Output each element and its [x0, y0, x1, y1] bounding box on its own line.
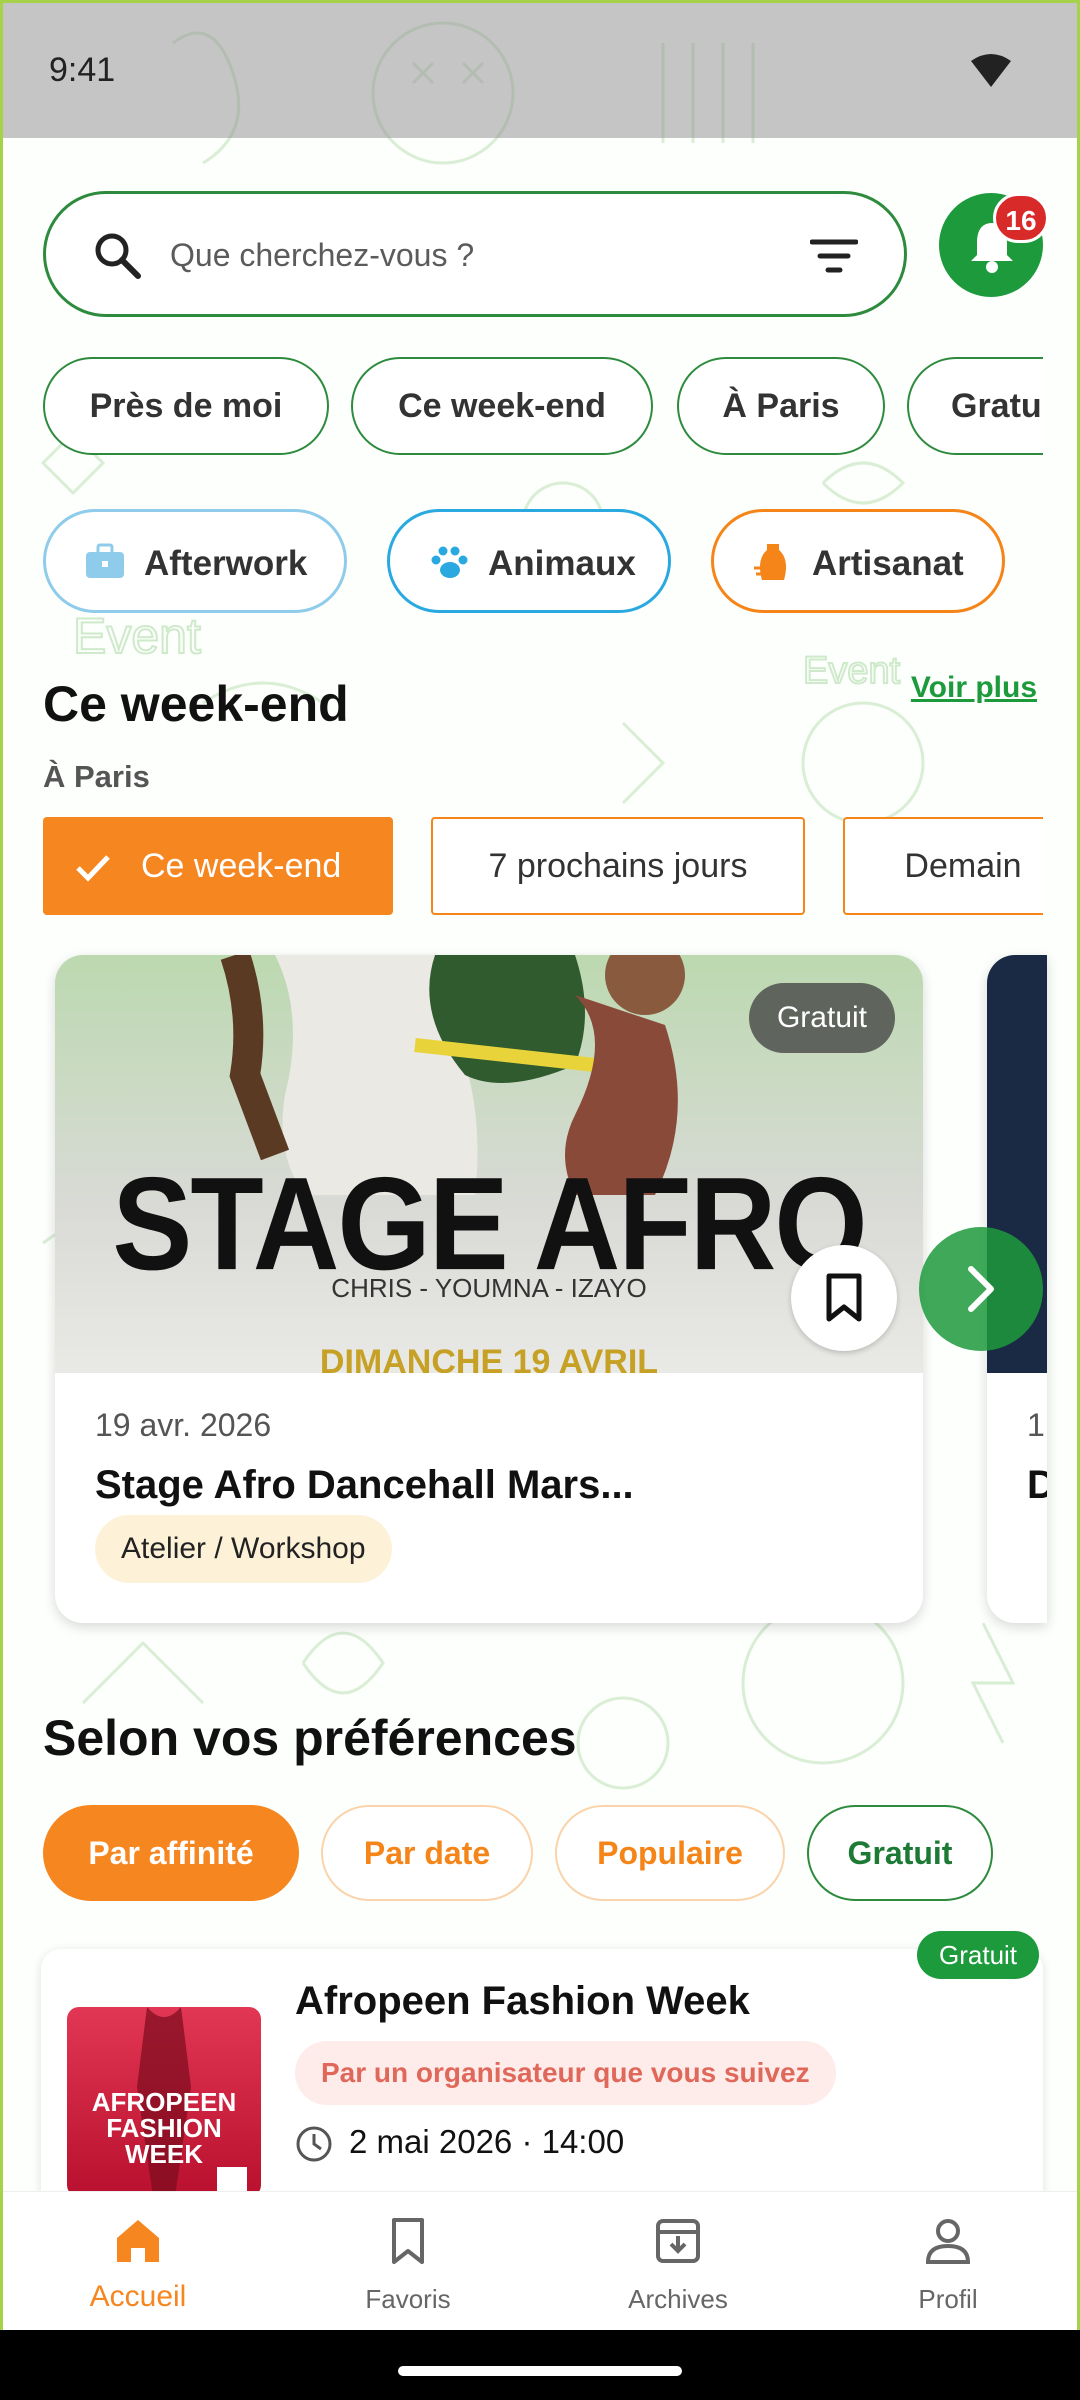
carousel-next-button[interactable] — [919, 1227, 1043, 1351]
chip-free[interactable]: Gratuit — [907, 357, 1043, 455]
system-navigation-bar — [0, 2330, 1080, 2400]
status-bar: 9:41 — [3, 3, 1077, 138]
nav-favorites[interactable]: Favoris — [273, 2192, 543, 2330]
nav-profile[interactable]: Profil — [813, 2192, 1077, 2330]
time-filter-tomorrow[interactable]: Demain — [843, 817, 1043, 915]
briefcase-icon — [86, 543, 124, 578]
event-poster-image: STAGE AFRO CHRIS - YOUMNA - IZAYO DIMANC… — [55, 955, 923, 1373]
section-location: À Paris — [43, 759, 150, 794]
nav-archives[interactable]: Archives — [543, 2192, 813, 2330]
bottom-navigation: Accueil Favoris Archives Profil — [3, 2191, 1077, 2330]
event-date: 19 avr. 2026 — [95, 1407, 272, 1443]
bookmark-icon — [392, 2218, 424, 2264]
free-badge: Gratuit — [917, 1931, 1040, 1979]
event-thumbnail: AFROPEEN FASHION WEEK — [67, 2007, 261, 2197]
status-time: 9:41 — [49, 51, 116, 89]
wifi-icon — [971, 54, 1011, 87]
home-icon — [117, 2220, 159, 2262]
time-filter-7-days[interactable]: 7 prochains jours — [431, 817, 805, 915]
chip-near-me[interactable]: Près de moi — [43, 357, 329, 455]
bookmark-icon — [826, 1273, 862, 1322]
event-list-item[interactable]: AFROPEEN FASHION WEEK Afropeen Fashion W… — [41, 1949, 1043, 2199]
svg-text:Event: Event — [73, 608, 201, 664]
nav-label: Archives — [628, 2284, 728, 2314]
section-title-preferences: Selon vos préférences — [43, 1710, 577, 1766]
next-event-title: D — [1027, 1463, 1047, 1508]
chevron-right-icon — [968, 1266, 994, 1312]
sort-free[interactable]: Gratuit — [807, 1805, 993, 1901]
paw-icon — [431, 546, 468, 578]
category-label: Artisanat — [812, 544, 964, 583]
category-afterwork[interactable]: Afterwork — [43, 509, 347, 613]
nav-label: Accueil — [89, 2280, 187, 2313]
poster-date: DIMANCHE 19 AVRIL — [319, 1343, 659, 1373]
app-screen: Event Event 9:41 16 Près de moi Ce week-… — [0, 0, 1080, 2330]
nav-label: Favoris — [365, 2284, 451, 2314]
list-event-title: Afropeen Fashion Week — [295, 1979, 750, 2023]
category-label: Animaux — [488, 544, 636, 583]
search-input[interactable] — [170, 230, 730, 280]
event-card[interactable]: STAGE AFRO CHRIS - YOUMNA - IZAYO DIMANC… — [55, 955, 923, 1623]
sort-date[interactable]: Par date — [321, 1805, 533, 1901]
time-filter-label: Ce week-end — [141, 847, 342, 885]
check-icon — [76, 855, 110, 882]
section-title-weekend: Ce week-end — [43, 676, 349, 732]
svg-text:Event: Event — [803, 650, 901, 692]
event-category-tag: Atelier / Workshop — [95, 1515, 392, 1583]
home-indicator[interactable] — [398, 2366, 682, 2376]
thumbnail-title: AFROPEEN FASHION WEEK — [91, 2087, 237, 2169]
next-event-date: 1 — [1027, 1407, 1045, 1443]
nav-home[interactable]: Accueil — [3, 2192, 273, 2330]
search-bar[interactable] — [43, 191, 907, 317]
vase-icon — [754, 544, 787, 580]
see-more-link[interactable]: Voir plus — [911, 671, 1037, 705]
event-title: Stage Afro Dancehall Mars... — [95, 1463, 634, 1507]
person-icon — [925, 2219, 971, 2264]
clock-icon — [296, 2126, 332, 2162]
notification-count-badge: 16 — [993, 193, 1049, 243]
price-badge: Gratuit — [748, 983, 895, 1053]
sort-affinity[interactable]: Par affinité — [43, 1805, 299, 1901]
quick-filter-row: Près de moi Ce week-end À Paris Gratuit — [43, 357, 1043, 457]
filter-icon[interactable] — [810, 238, 858, 274]
chip-this-weekend[interactable]: Ce week-end — [351, 357, 653, 455]
chip-paris[interactable]: À Paris — [677, 357, 885, 455]
bookmark-button[interactable] — [791, 1245, 897, 1351]
category-crafts[interactable]: Artisanat — [711, 509, 1005, 613]
list-event-datetime: 2 mai 2026 · 14:00 — [349, 2123, 625, 2160]
category-label: Afterwork — [144, 544, 308, 583]
sort-popular[interactable]: Populaire — [555, 1805, 785, 1901]
category-animals[interactable]: Animaux — [387, 509, 671, 613]
time-filter-weekend[interactable]: Ce week-end — [43, 817, 393, 915]
search-icon — [95, 233, 141, 279]
time-filter-row: Ce week-end 7 prochains jours Demain — [43, 817, 1043, 917]
recommendation-reason: Par un organisateur que vous suivez — [295, 2041, 836, 2105]
archive-icon — [656, 2219, 700, 2263]
nav-label: Profil — [918, 2284, 978, 2314]
